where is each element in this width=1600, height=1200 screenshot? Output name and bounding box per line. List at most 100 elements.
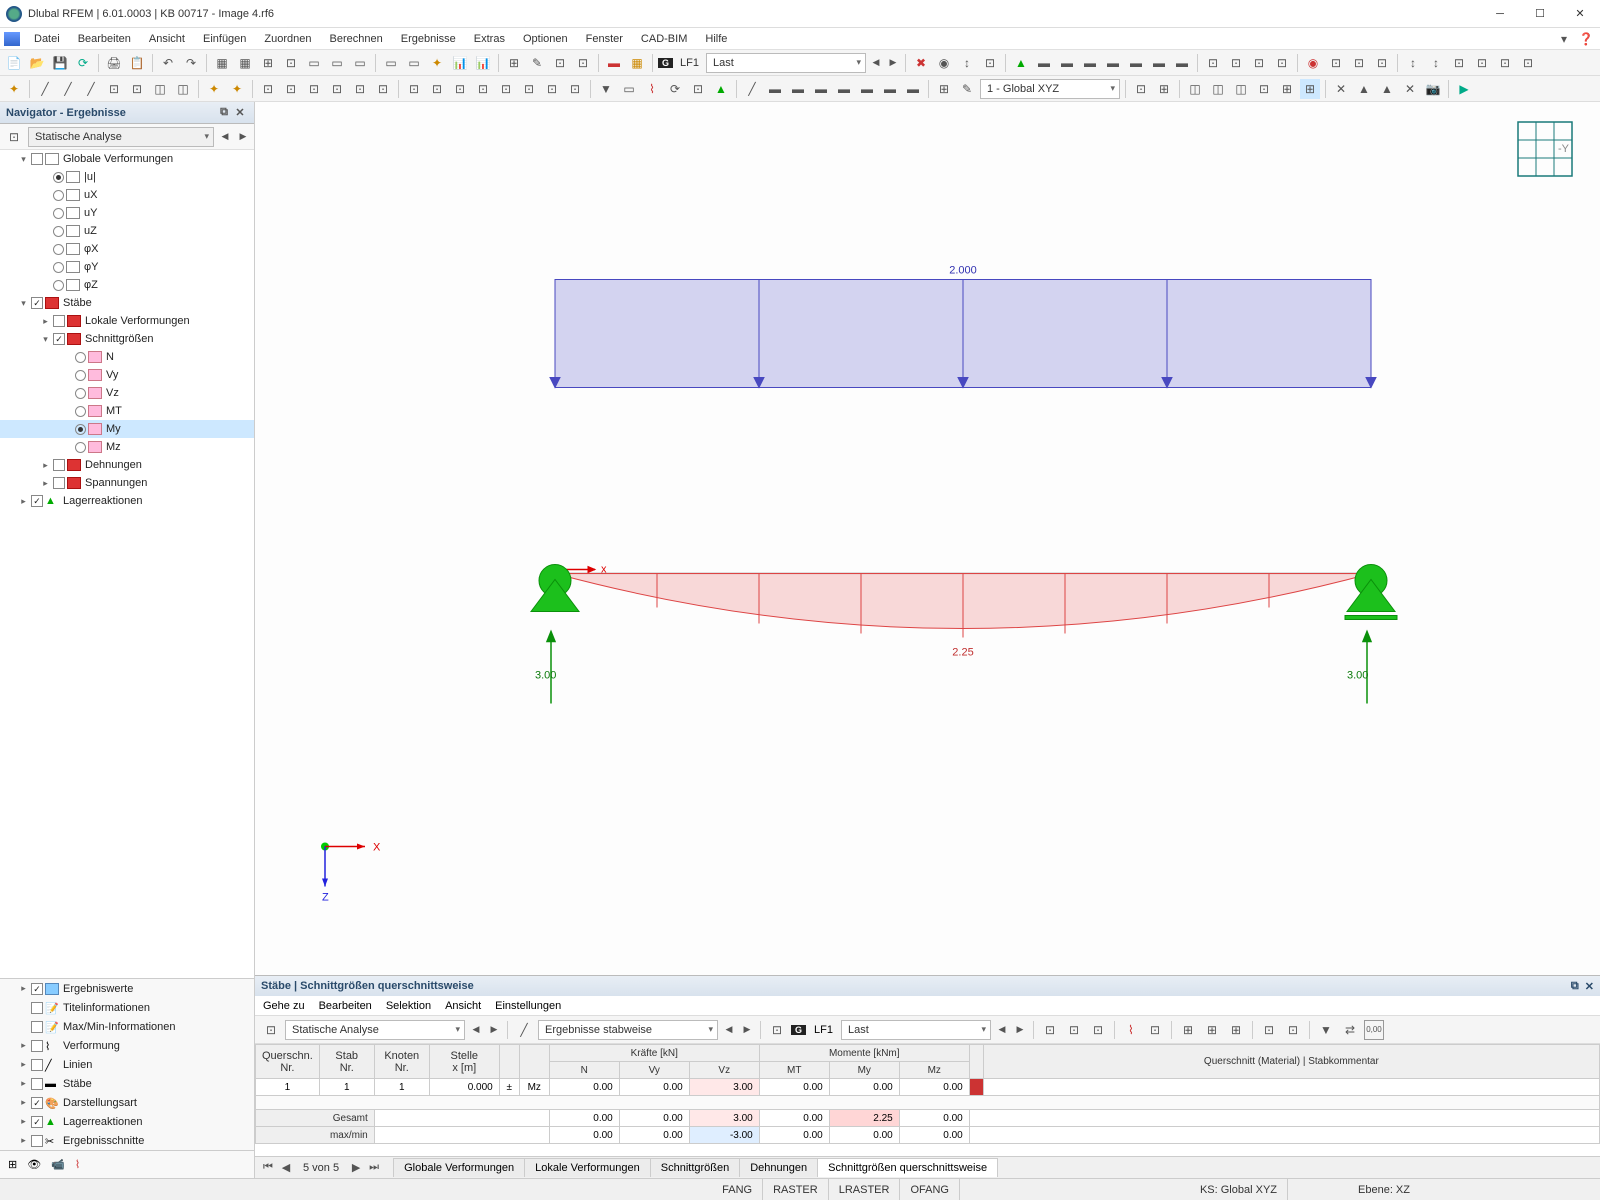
tb-icon[interactable]: ✕ [1331, 79, 1351, 99]
tb-icon[interactable]: ⊡ [565, 79, 585, 99]
close-panel-icon[interactable]: ✕ [1585, 980, 1594, 993]
result-tree[interactable]: ▾Globale Verformungen |u| uX uY uZ φX φY… [0, 150, 254, 978]
results-table[interactable]: Querschn.Nr. StabNr. KnotenNr. Stellex [… [255, 1044, 1600, 1144]
tb-icon[interactable]: ⊞ [504, 53, 524, 73]
tb-icon[interactable]: ✎ [527, 53, 547, 73]
tb-icon[interactable]: ▭ [327, 53, 347, 73]
tb-icon[interactable]: ▬ [834, 79, 854, 99]
tb-icon[interactable]: ⊡ [304, 79, 324, 99]
tab-dehnungen[interactable]: Dehnungen [739, 1158, 818, 1177]
tb-icon[interactable]: ◫ [1231, 79, 1251, 99]
redo-icon[interactable]: ↷ [181, 53, 201, 73]
tb-icon[interactable]: ⌇ [642, 79, 662, 99]
tb-icon[interactable]: ▭ [350, 53, 370, 73]
tb-icon[interactable]: ◫ [150, 79, 170, 99]
tb-icon[interactable]: ▬ [604, 53, 624, 73]
panel-lc-combo[interactable]: Last [841, 1020, 991, 1040]
tb-icon[interactable]: ◉ [934, 53, 954, 73]
close-panel-icon[interactable]: ✕ [232, 106, 248, 119]
tb-icon[interactable]: ⊡ [427, 79, 447, 99]
tb-icon[interactable]: ⊡ [688, 79, 708, 99]
tb-icon[interactable]: ⊞ [258, 53, 278, 73]
tb-icon[interactable]: ✦ [4, 79, 24, 99]
tb-icon[interactable]: ⊡ [350, 79, 370, 99]
tb-icon[interactable]: ▭ [619, 79, 639, 99]
tb-icon[interactable]: ▦ [235, 53, 255, 73]
panel-analysis-combo[interactable]: Statische Analyse [285, 1020, 465, 1040]
app-menu-icon[interactable] [4, 32, 20, 46]
undock-icon[interactable]: ⧉ [1571, 980, 1579, 993]
tb-icon[interactable]: ▬ [1149, 53, 1169, 73]
tb-icon[interactable]: ⊡ [1518, 53, 1538, 73]
tb-icon[interactable]: ▬ [903, 79, 923, 99]
tb-icon[interactable]: ▬ [880, 79, 900, 99]
tb-icon[interactable]: ⊡ [258, 79, 278, 99]
tb-icon[interactable]: ▭ [381, 53, 401, 73]
tb-icon[interactable]: ✦ [427, 53, 447, 73]
tb-icon[interactable]: ▭ [404, 53, 424, 73]
lc-prev-icon[interactable]: ◀ [869, 57, 883, 68]
tb-icon[interactable]: ╱ [35, 79, 55, 99]
tb-icon[interactable]: ▶ [1454, 79, 1474, 99]
tb-icon[interactable]: ▲ [1354, 79, 1374, 99]
tb-icon[interactable]: ⊡ [281, 53, 301, 73]
nav-next-icon[interactable]: ▶ [236, 131, 250, 142]
tb-icon[interactable]: ⊞ [1154, 79, 1174, 99]
tb-icon[interactable]: ⊡ [1226, 53, 1246, 73]
minimize-button[interactable]: ─ [1480, 0, 1520, 28]
nav-tab-video-icon[interactable]: 📹 [51, 1158, 65, 1171]
tb-icon[interactable]: ⊡ [1472, 53, 1492, 73]
tb-icon[interactable]: ⊡ [1131, 79, 1151, 99]
tb-icon[interactable]: ╱ [742, 79, 762, 99]
tb-icon[interactable]: ⊡ [104, 79, 124, 99]
print-preview-icon[interactable]: 📋 [127, 53, 147, 73]
tb-icon[interactable]: ⊡ [496, 79, 516, 99]
menu-zuordnen[interactable]: Zuordnen [256, 31, 319, 47]
nav-tab-results-icon[interactable]: ⌇ [75, 1158, 80, 1171]
new-icon[interactable]: 📄 [4, 53, 24, 73]
tb-icon[interactable]: ⊡ [573, 53, 593, 73]
tb-icon[interactable]: ⊡ [980, 53, 1000, 73]
tb-icon[interactable]: ⊡ [1249, 53, 1269, 73]
menu-fenster[interactable]: Fenster [578, 31, 631, 47]
nav-tab-data-icon[interactable]: ⊞ [8, 1158, 17, 1171]
tb-icon[interactable]: ▬ [765, 79, 785, 99]
tb-icon[interactable]: ▬ [1172, 53, 1192, 73]
tb-icon[interactable]: ◫ [173, 79, 193, 99]
status-lraster[interactable]: LRASTER [829, 1179, 901, 1200]
panel-menu-goto[interactable]: Gehe zu [263, 1000, 305, 1012]
tb-icon[interactable]: ◫ [1208, 79, 1228, 99]
tb-icon[interactable]: ⊡ [1326, 53, 1346, 73]
tb-icon[interactable]: ⊡ [550, 53, 570, 73]
tab-querschnitt[interactable]: Schnittgrößen querschnittsweise [817, 1158, 998, 1177]
tb-icon[interactable]: ▬ [857, 79, 877, 99]
tb-icon[interactable]: ↕ [1426, 53, 1446, 73]
tb-icon[interactable]: ▬ [788, 79, 808, 99]
last-page-icon[interactable]: ⏭ [365, 1161, 383, 1174]
tb-icon[interactable]: ◫ [1185, 79, 1205, 99]
panel-menu-view[interactable]: Ansicht [445, 1000, 481, 1012]
tab-schnitt[interactable]: Schnittgrößen [650, 1158, 740, 1177]
loadcase-combo[interactable]: Last [706, 53, 866, 73]
maximize-button[interactable]: ☐ [1520, 0, 1560, 28]
menu-ergebnisse[interactable]: Ergebnisse [393, 31, 464, 47]
tb-icon[interactable]: ⊡ [1272, 53, 1292, 73]
undock-icon[interactable]: ⧉ [216, 106, 232, 119]
lc-next-icon[interactable]: ▶ [886, 57, 900, 68]
tb-icon[interactable]: ▲ [1377, 79, 1397, 99]
tb-icon[interactable]: ▬ [1103, 53, 1123, 73]
tb-icon[interactable]: 📊 [473, 53, 493, 73]
tb-icon[interactable]: ▦ [212, 53, 232, 73]
tb-icon[interactable]: ⊡ [373, 79, 393, 99]
tb-icon[interactable]: ⊞ [1277, 79, 1297, 99]
menu-overflow-icon[interactable]: ▾ [1554, 29, 1574, 49]
tb-icon[interactable]: ✖ [911, 53, 931, 73]
filter-icon[interactable]: ╱ [514, 1020, 534, 1040]
first-page-icon[interactable]: ⏮ [259, 1161, 277, 1174]
tb-icon[interactable]: ▬ [1080, 53, 1100, 73]
menu-cadbim[interactable]: CAD-BIM [633, 31, 695, 47]
tb-icon[interactable]: ◉ [1303, 53, 1323, 73]
panel-menu-select[interactable]: Selektion [386, 1000, 431, 1012]
tb-icon[interactable]: ╱ [81, 79, 101, 99]
tb-icon[interactable]: ⊡ [519, 79, 539, 99]
